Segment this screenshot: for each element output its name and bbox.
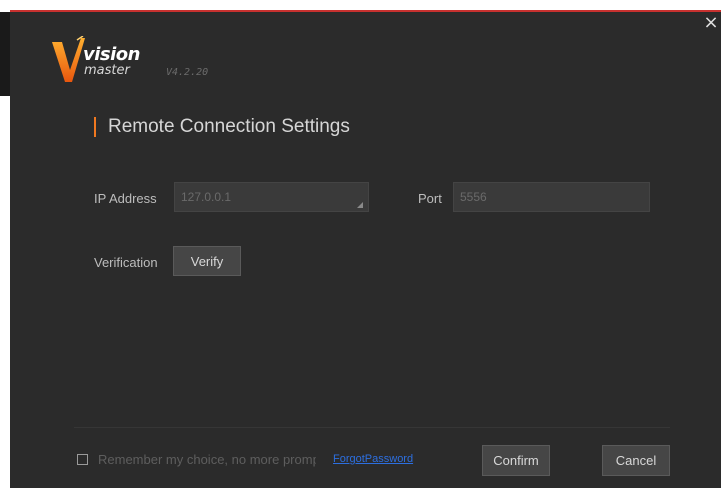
remember-choice-checkbox[interactable] — [77, 454, 88, 465]
port-label: Port — [418, 191, 442, 206]
close-icon: × — [703, 12, 719, 33]
logo-word-vision: vision — [83, 44, 140, 65]
confirm-button[interactable]: Confirm — [482, 445, 550, 476]
footer-divider — [74, 427, 670, 428]
ip-address-input[interactable] — [174, 182, 369, 212]
verify-button[interactable]: Verify — [173, 246, 241, 276]
cancel-button[interactable]: Cancel — [602, 445, 670, 476]
page-title-text: Remote Connection Settings — [108, 116, 350, 137]
port-input[interactable] — [453, 182, 650, 212]
title-accent-bar — [94, 117, 96, 137]
version-label: V4.2.20 — [166, 67, 209, 78]
logo-word-master: master — [84, 63, 130, 78]
ip-address-label: IP Address — [94, 191, 157, 206]
resize-grip-icon — [357, 202, 363, 208]
close-button[interactable]: × — [703, 14, 719, 34]
background-window-edge — [0, 12, 10, 96]
page-title: Remote Connection Settings — [94, 116, 350, 138]
remote-connection-dialog — [10, 10, 721, 488]
remember-choice-label: Remember my choice, no more prompt — [98, 452, 316, 467]
v-logo-icon — [52, 36, 85, 82]
forgot-password-link[interactable]: ForgotPassword — [333, 453, 413, 465]
verification-label: Verification — [94, 255, 158, 270]
